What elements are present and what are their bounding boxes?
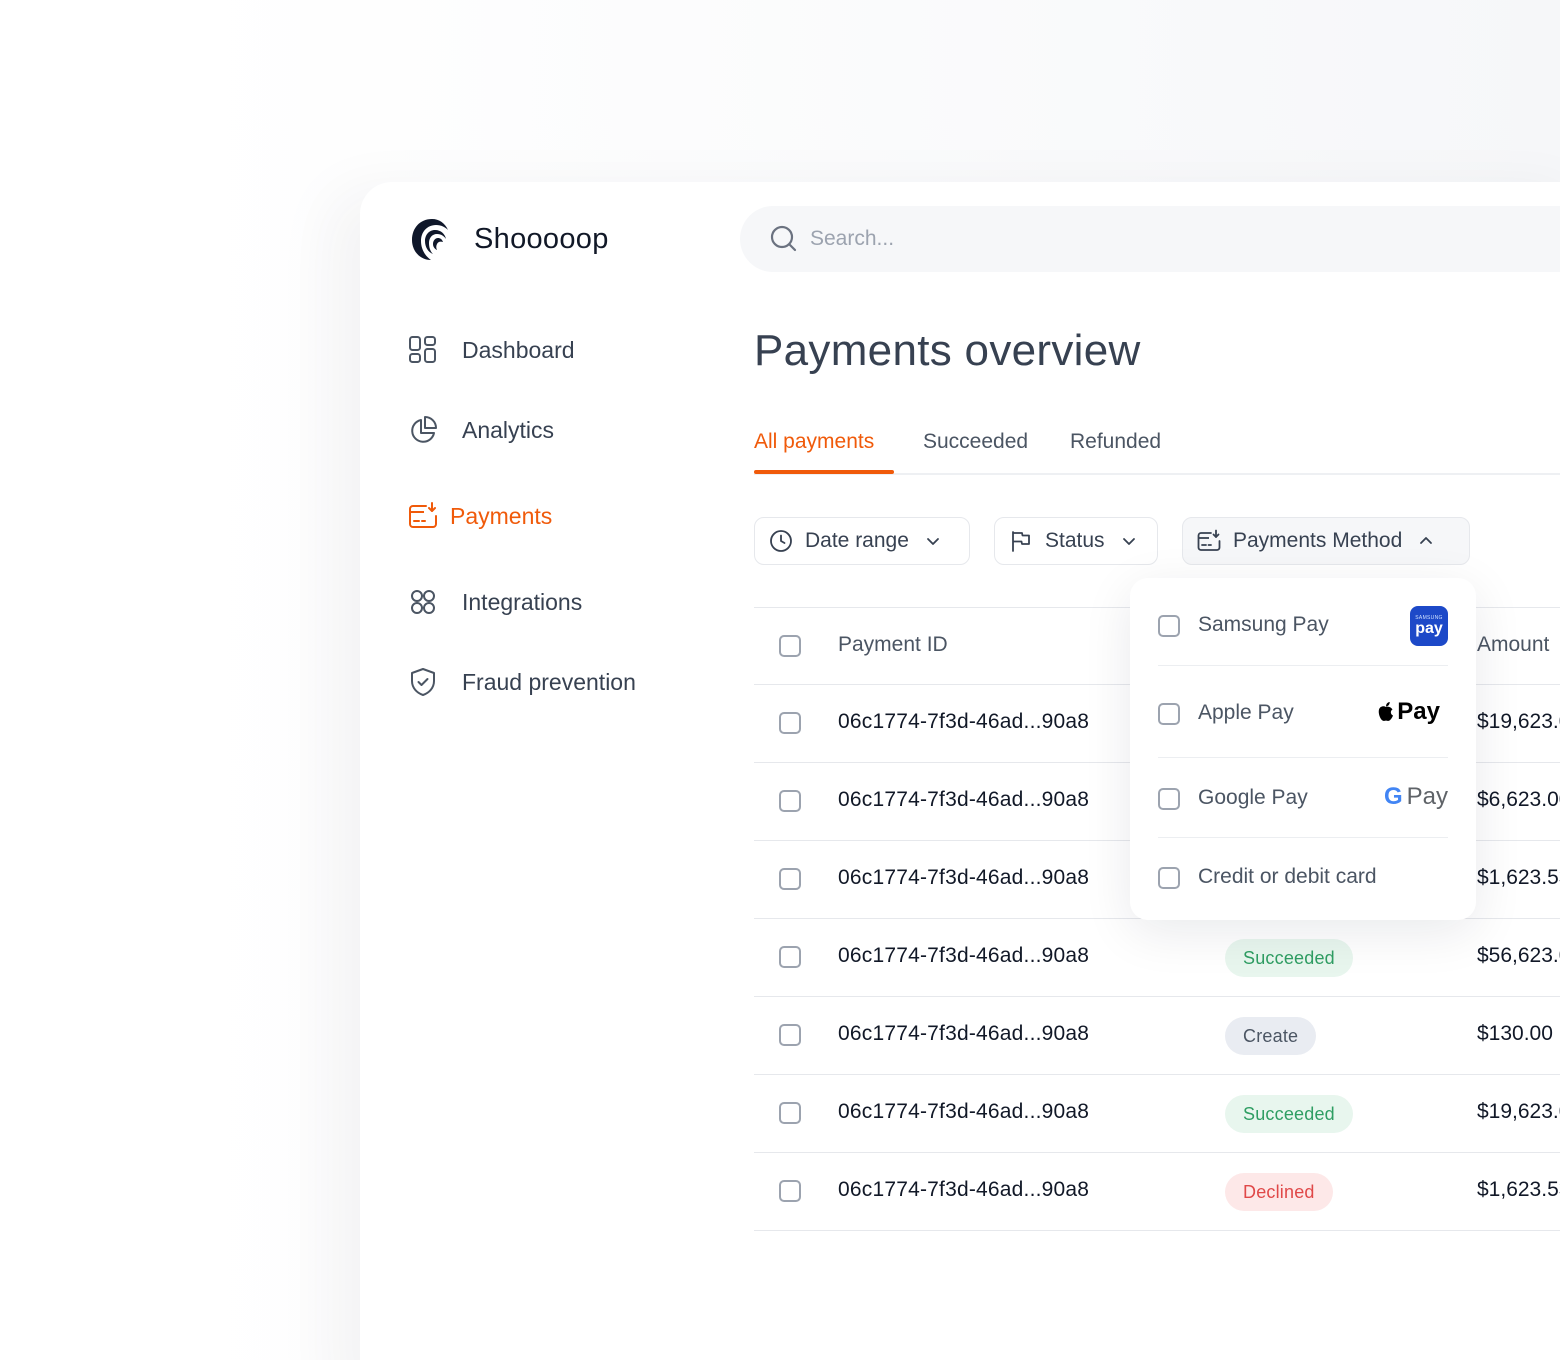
sidebar-item-fraud-prevention[interactable]: Fraud prevention: [408, 667, 636, 697]
payment-amount: $56,623.00: [1477, 944, 1560, 967]
table-row[interactable]: 06c1774-7f3d-46ad...90a8 Declined $1,623…: [754, 1153, 1560, 1231]
pie-chart-icon: [411, 416, 437, 443]
samsung-pay-logo: SAMSUNG pay: [1410, 606, 1448, 646]
brand-name: Shooooop: [474, 222, 609, 255]
option-label: Samsung Pay: [1198, 613, 1329, 636]
payments-card-icon: [409, 502, 437, 528]
sidebar-item-payments[interactable]: Payments: [408, 501, 552, 531]
clock-icon: [770, 530, 792, 552]
chevron-down-icon: [1122, 538, 1135, 545]
payment-id: 06c1774-7f3d-46ad...90a8: [838, 788, 1090, 811]
option-checkbox[interactable]: [1158, 867, 1180, 889]
payment-method-option-card[interactable]: Credit or debit card: [1158, 838, 1448, 918]
apple-pay-logo-text: Pay: [1397, 698, 1440, 725]
row-checkbox[interactable]: [779, 790, 801, 812]
sidebar-item-label: Payments: [450, 502, 553, 529]
apple-icon: [1379, 702, 1394, 721]
payment-id: 06c1774-7f3d-46ad...90a8: [838, 1022, 1090, 1045]
google-pay-logo: G Pay: [1384, 783, 1448, 811]
status-badge: Succeeded: [1225, 1095, 1353, 1133]
sidebar-item-label: Integrations: [462, 588, 583, 615]
page-title: Payments overview: [754, 326, 1141, 375]
payment-method-option-apple-pay[interactable]: Apple Pay Pay: [1158, 678, 1448, 758]
tab-active-indicator: [754, 470, 894, 474]
select-all-checkbox[interactable]: [779, 635, 801, 657]
sidebar-item-label: Dashboard: [462, 336, 575, 363]
flag-icon: [1012, 531, 1030, 552]
payment-id: 06c1774-7f3d-46ad...90a8: [838, 866, 1090, 889]
date-range-label: Date range: [805, 529, 909, 552]
row-checkbox[interactable]: [779, 946, 801, 968]
payment-id-header: Payment ID: [838, 633, 948, 656]
status-filter[interactable]: Status: [994, 517, 1158, 565]
dashboard-icon: [409, 336, 436, 363]
option-checkbox[interactable]: [1158, 788, 1180, 810]
payment-method-label: Payments Method: [1233, 529, 1403, 552]
search-icon: [770, 225, 797, 252]
row-checkbox[interactable]: [779, 1024, 801, 1046]
integrations-icon: [411, 590, 435, 614]
payment-amount: $19,623.00: [1477, 1100, 1560, 1123]
payments-card-icon: [1197, 529, 1221, 551]
sidebar-item-integrations[interactable]: Integrations: [408, 587, 582, 617]
row-checkbox[interactable]: [779, 1180, 801, 1202]
option-checkbox[interactable]: [1158, 703, 1180, 725]
payment-amount: $1,623.53: [1477, 1178, 1560, 1201]
table-row[interactable]: 06c1774-7f3d-46ad...90a8 Succeeded $56,6…: [754, 919, 1560, 997]
status-badge: Create: [1225, 1017, 1317, 1055]
date-range-filter[interactable]: Date range: [754, 517, 970, 565]
sidebar-item-label: Fraud prevention: [462, 668, 636, 695]
option-checkbox[interactable]: [1158, 615, 1180, 637]
sidebar-item-dashboard[interactable]: Dashboard: [408, 335, 575, 365]
payment-amount: $1,623.53: [1477, 866, 1560, 889]
payment-id: 06c1774-7f3d-46ad...90a8: [838, 1178, 1090, 1201]
amount-header: Amount: [1477, 633, 1550, 656]
payment-method-option-google-pay[interactable]: Google Pay G Pay: [1158, 758, 1448, 838]
samsung-pay-logo-text: pay: [1415, 620, 1443, 637]
search-input[interactable]: [810, 227, 1410, 251]
payment-method-dropdown: Samsung Pay SAMSUNG pay Apple Pay Pay Go…: [1130, 578, 1476, 920]
row-checkbox[interactable]: [779, 868, 801, 890]
table-row[interactable]: 06c1774-7f3d-46ad...90a8 Succeeded $19,6…: [754, 1075, 1560, 1153]
sidebar-item-analytics[interactable]: Analytics: [408, 415, 554, 445]
option-label: Google Pay: [1198, 786, 1308, 809]
payment-amount: $130.00: [1477, 1022, 1553, 1045]
sidebar-item-label: Analytics: [462, 416, 555, 443]
payment-method-option-samsung-pay[interactable]: Samsung Pay SAMSUNG pay: [1158, 586, 1448, 666]
row-checkbox[interactable]: [779, 1102, 801, 1124]
payment-amount: $6,623.00: [1477, 788, 1560, 811]
chevron-up-icon: [1420, 537, 1433, 544]
apple-pay-logo: Pay: [1377, 698, 1440, 726]
google-g-icon: G: [1383, 783, 1403, 810]
table-row[interactable]: 06c1774-7f3d-46ad...90a8 Create $130.00: [754, 997, 1560, 1075]
row-checkbox[interactable]: [779, 712, 801, 734]
status-badge: Declined: [1225, 1173, 1333, 1211]
payment-id: 06c1774-7f3d-46ad...90a8: [838, 1100, 1090, 1123]
shield-check-icon: [411, 668, 435, 696]
tab-bar: All payments Succeeded Refunded: [754, 430, 1560, 475]
tab-succeeded[interactable]: Succeeded: [923, 430, 1028, 454]
chevron-down-icon: [927, 538, 939, 545]
tab-all-payments[interactable]: All payments: [754, 430, 874, 454]
status-label: Status: [1045, 529, 1105, 552]
payment-id: 06c1774-7f3d-46ad...90a8: [838, 944, 1090, 967]
tab-refunded[interactable]: Refunded: [1070, 430, 1161, 454]
payment-method-filter[interactable]: Payments Method: [1182, 517, 1470, 565]
google-pay-logo-text: Pay: [1406, 783, 1448, 810]
payment-amount: $19,623.00: [1477, 710, 1560, 733]
search-bar[interactable]: [740, 206, 1560, 272]
brand[interactable]: Shooooop: [410, 216, 609, 262]
payment-id: 06c1774-7f3d-46ad...90a8: [838, 710, 1090, 733]
option-label: Apple Pay: [1198, 701, 1294, 724]
brand-logo-icon: [412, 219, 448, 260]
status-badge: Succeeded: [1225, 939, 1353, 977]
option-label: Credit or debit card: [1198, 865, 1377, 888]
